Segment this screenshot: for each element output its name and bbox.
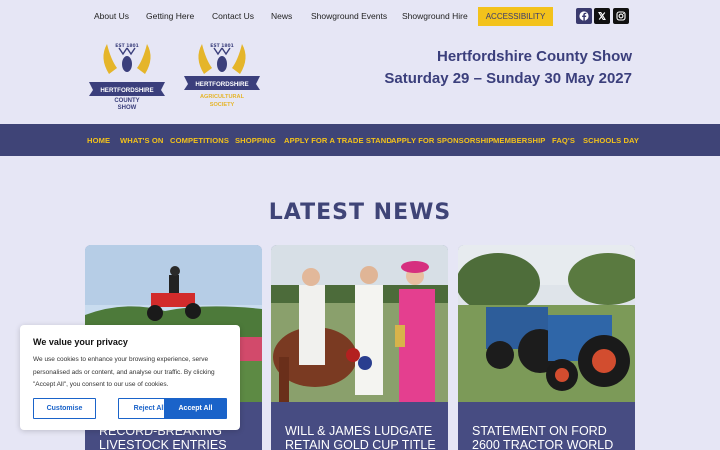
topnav-showground-hire[interactable]: Showground Hire bbox=[402, 11, 468, 21]
topnav-about-us[interactable]: About Us bbox=[94, 11, 129, 21]
nav-shopping[interactable]: SHOPPING bbox=[235, 136, 276, 145]
topnav-getting-here[interactable]: Getting Here bbox=[146, 11, 194, 21]
customise-button[interactable]: Customise bbox=[33, 398, 96, 419]
svg-text:HERTFORDSHIRE: HERTFORDSHIRE bbox=[100, 87, 153, 94]
topnav-contact-us[interactable]: Contact Us bbox=[212, 11, 254, 21]
svg-text:EST 1801: EST 1801 bbox=[210, 43, 233, 49]
cookie-body: We use cookies to enhance your browsing … bbox=[33, 356, 215, 388]
cookie-consent-banner: We value your privacy We use cookies to … bbox=[20, 325, 240, 430]
agricultural-society-logo[interactable]: EST 1801 HERTFORDSHIRE AGRICULTURAL SOCI… bbox=[182, 38, 262, 110]
nav-whats-on[interactable]: WHAT'S ON bbox=[120, 136, 163, 145]
top-utility-bar: About Us Getting Here Contact Us News Sh… bbox=[0, 7, 720, 27]
cookie-title: We value your privacy bbox=[33, 337, 128, 347]
svg-text:HERTFORDSHIRE: HERTFORDSHIRE bbox=[195, 81, 248, 88]
news-card-image-ford-tractors[interactable] bbox=[458, 245, 635, 402]
nav-sponsorship[interactable]: APPLY FOR SPONSORSHIP bbox=[391, 136, 494, 145]
news-card[interactable]: WILL & JAMES LUDGATE RETAIN GOLD CUP TIT… bbox=[271, 245, 448, 450]
show-title: Hertfordshire County Show bbox=[436, 48, 632, 65]
nav-competitions[interactable]: COMPETITIONS bbox=[170, 136, 229, 145]
facebook-icon[interactable] bbox=[576, 8, 592, 24]
instagram-icon[interactable] bbox=[613, 8, 629, 24]
nav-membership[interactable]: MEMBERSHIP bbox=[493, 136, 545, 145]
county-show-logo[interactable]: EST 1801 HERTFORDSHIRE COUNTY SHOW bbox=[87, 38, 167, 111]
main-navigation: HOME WHAT'S ON COMPETITIONS SHOPPING APP… bbox=[0, 124, 720, 156]
accept-all-button[interactable]: Accept All bbox=[164, 398, 227, 419]
latest-news-heading: LATEST NEWS bbox=[268, 200, 452, 225]
svg-text:SOCIETY: SOCIETY bbox=[210, 102, 235, 108]
news-card-title[interactable]: WILL & JAMES LUDGATE RETAIN GOLD CUP TIT… bbox=[285, 424, 440, 450]
svg-text:SHOW: SHOW bbox=[118, 105, 137, 110]
topnav-news[interactable]: News bbox=[271, 11, 292, 21]
svg-text:AGRICULTURAL: AGRICULTURAL bbox=[200, 94, 245, 100]
x-icon[interactable] bbox=[594, 8, 610, 24]
news-card[interactable]: STATEMENT ON FORD 2600 TRACTOR WORLD bbox=[458, 245, 635, 450]
topnav-showground-events[interactable]: Showground Events bbox=[311, 11, 387, 21]
svg-text:COUNTY: COUNTY bbox=[114, 98, 139, 104]
nav-faqs[interactable]: FAQ'S bbox=[552, 136, 575, 145]
svg-text:EST 1801: EST 1801 bbox=[115, 43, 138, 49]
nav-schools-day[interactable]: SCHOOLS DAY bbox=[583, 136, 639, 145]
news-card-image-cattle-winners[interactable] bbox=[271, 245, 448, 402]
accessibility-button[interactable]: ACCESSIBILITY bbox=[478, 7, 553, 26]
nav-trade-stand[interactable]: APPLY FOR A TRADE STAND bbox=[284, 136, 392, 145]
nav-home[interactable]: HOME bbox=[87, 136, 110, 145]
news-card-title[interactable]: STATEMENT ON FORD 2600 TRACTOR WORLD bbox=[472, 424, 627, 450]
show-dates: Saturday 29 – Sunday 30 May 2027 bbox=[384, 70, 632, 87]
